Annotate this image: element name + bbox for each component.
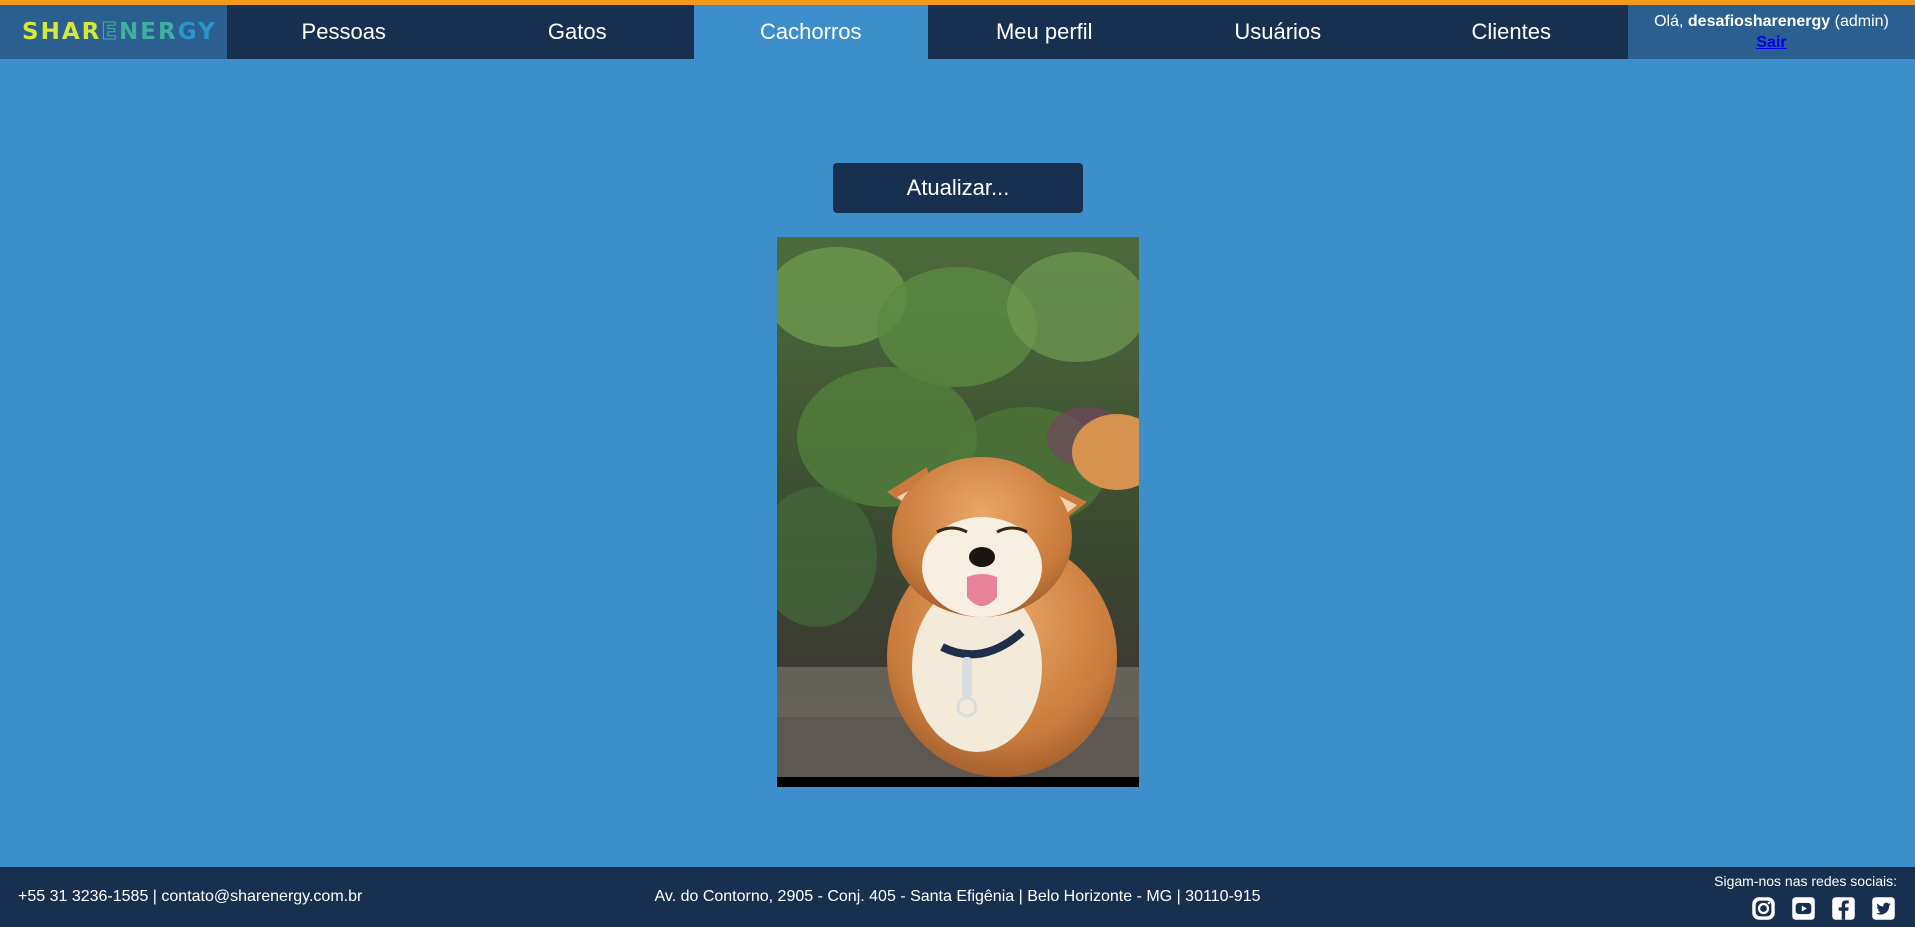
nav-item-cachorros[interactable]: Cachorros	[694, 5, 928, 59]
top-navbar: SHAR E NER GY Pessoas Gatos Cachorros Meu p…	[0, 5, 1915, 59]
dog-image-frame	[777, 237, 1139, 787]
greeting-text: Olá,	[1654, 13, 1684, 30]
twitter-icon[interactable]	[1870, 895, 1897, 922]
user-info-box: Olá, desafiosharenergy (admin) Sair	[1628, 5, 1915, 59]
sharenergy-logo[interactable]: SHAR E NER GY	[0, 5, 227, 59]
user-greeting-line: Olá, desafiosharenergy (admin)	[1654, 11, 1889, 32]
nav-item-meu-perfil[interactable]: Meu perfil	[928, 5, 1162, 59]
social-label: Sigam-nos nas redes sociais:	[1714, 873, 1897, 889]
facebook-icon[interactable]	[1830, 895, 1857, 922]
dog-photo	[777, 237, 1139, 777]
page-footer: +55 31 3236-1585 | contato@sharenergy.co…	[0, 867, 1915, 927]
refresh-button[interactable]: Atualizar...	[833, 163, 1083, 213]
user-role: (admin)	[1834, 13, 1889, 30]
nav-item-gatos[interactable]: Gatos	[461, 5, 695, 59]
nav-item-usuarios[interactable]: Usuários	[1161, 5, 1395, 59]
username: desafiosharenergy	[1687, 13, 1831, 30]
nav-item-clientes[interactable]: Clientes	[1395, 5, 1629, 59]
footer-address: Av. do Contorno, 2905 - Conj. 405 - Sant…	[654, 888, 1261, 905]
logout-link[interactable]: Sair	[1756, 32, 1786, 53]
social-icons	[1750, 895, 1897, 922]
nav-item-pessoas[interactable]: Pessoas	[227, 5, 461, 59]
youtube-icon[interactable]	[1790, 895, 1817, 922]
instagram-icon[interactable]	[1750, 895, 1777, 922]
